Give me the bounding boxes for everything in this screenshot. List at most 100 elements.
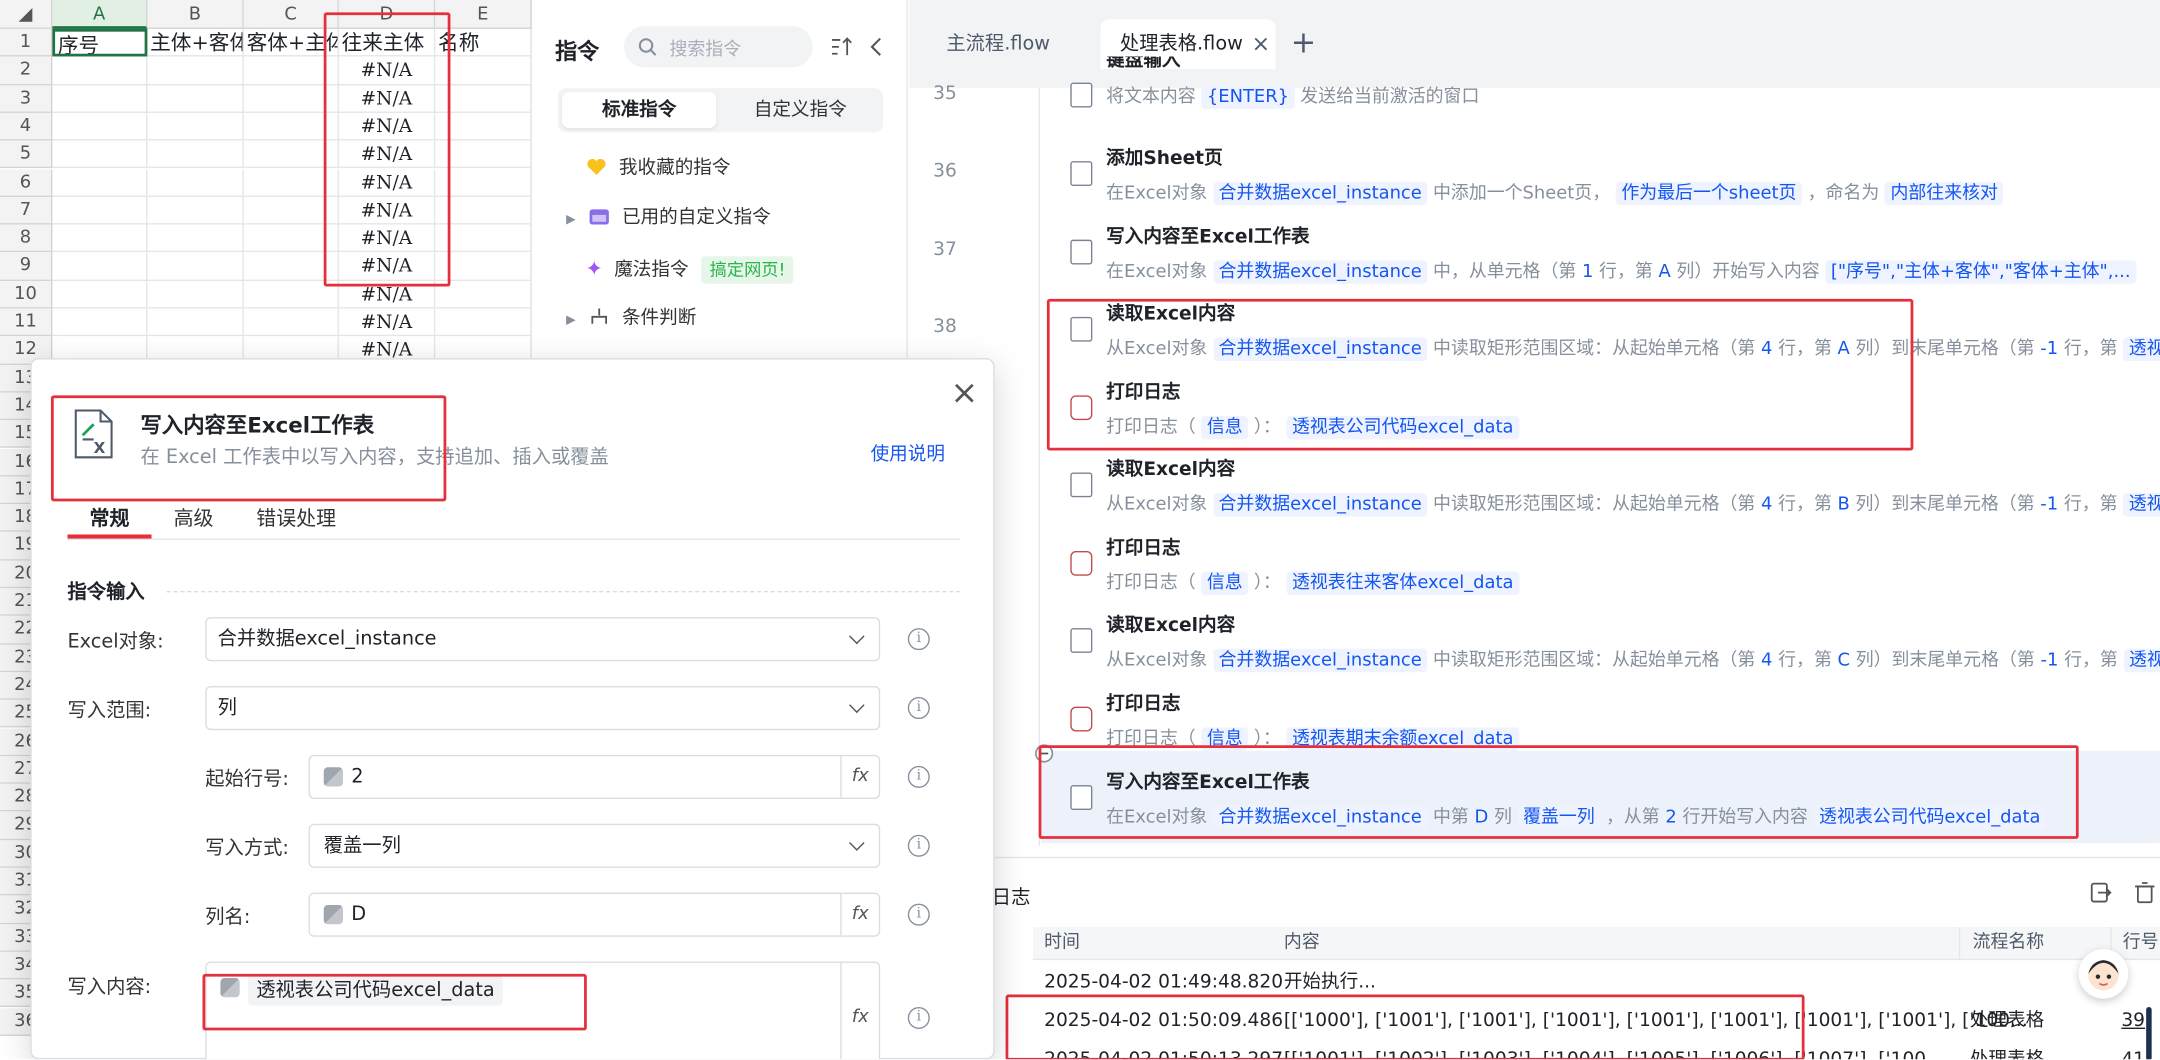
sheet-cell[interactable]: #N/A (338, 196, 436, 225)
row-header[interactable]: 9 (0, 252, 53, 281)
sheet-cell[interactable]: #N/A (338, 112, 436, 141)
log-row[interactable]: 2025-04-02 01:50:09.486 [['1000'], ['1001… (1033, 1001, 2160, 1040)
sheet-cell[interactable] (52, 224, 148, 253)
tab-custom-commands[interactable]: 自定义指令 (723, 92, 877, 128)
tab-general[interactable]: 常规 (90, 503, 130, 532)
info-icon[interactable]: i (907, 834, 930, 857)
column-name-input[interactable]: D fx (308, 892, 881, 937)
log-row[interactable]: 2025-04-02 01:50:13.297[['1001'], ['1002… (1033, 1040, 2160, 1059)
tree-item-magic[interactable]: ✦ 魔法指令 搞定网页! (585, 252, 794, 285)
column-header-d[interactable]: D (338, 0, 436, 29)
sheet-cell[interactable] (147, 112, 244, 141)
row-header[interactable]: 4 (0, 112, 53, 141)
sheet-cell[interactable] (147, 224, 244, 253)
tree-item-favorites[interactable]: 我收藏的指令 (585, 152, 730, 185)
row-header[interactable]: 5 (0, 140, 53, 169)
flow-step[interactable]: 打印日志 打印日志（ 信息 ）： 透视表往来客体excel_data (1106, 532, 1519, 596)
sheet-cell[interactable] (435, 140, 532, 169)
sheet-cell[interactable] (52, 56, 148, 85)
sheet-cell[interactable] (147, 168, 244, 197)
flow-step[interactable]: 打印日志 打印日志（ 信息 ）： 透视表公司代码excel_data (1106, 376, 1519, 440)
sheet-cell[interactable]: #N/A (338, 252, 436, 281)
collapse-panel-icon[interactable] (869, 37, 883, 56)
sheet-cell[interactable]: #N/A (338, 140, 436, 169)
sheet-cell[interactable]: #N/A (338, 224, 436, 253)
sheet-cell[interactable] (147, 308, 244, 337)
help-link[interactable]: 使用说明 (871, 438, 945, 466)
sheet-cell[interactable] (147, 280, 244, 309)
sheet-cell[interactable] (435, 280, 532, 309)
command-search-input[interactable]: 搜索指令 (624, 26, 813, 68)
sheet-cell[interactable] (435, 224, 532, 253)
sheet-cell[interactable] (435, 252, 532, 281)
select-all-corner[interactable]: ◢ (0, 0, 53, 29)
flow-step[interactable]: 添加Sheet页 在Excel对象 合并数据excel_instance 中添加一… (1106, 142, 2004, 206)
minus-circle-icon[interactable] (1035, 744, 1054, 763)
sheet-cell[interactable] (52, 112, 148, 141)
flow-step[interactable]: 打印日志 打印日志（ 信息 ）： 透视表期末余额excel_data (1106, 687, 1519, 751)
tree-item-used-custom[interactable]: ▶ 已用的自定义指令 (566, 201, 771, 234)
info-icon[interactable]: i (907, 628, 930, 651)
sheet-cell[interactable] (243, 84, 339, 113)
info-icon[interactable]: i (907, 1006, 930, 1029)
sheet-cell[interactable] (147, 196, 244, 225)
column-header-a[interactable]: A (52, 0, 148, 29)
tree-item-condition[interactable]: ▶ 条件判断 (566, 302, 696, 335)
sheet-cell[interactable] (243, 56, 339, 85)
tab-advanced[interactable]: 高级 (174, 503, 214, 532)
flow-step[interactable]: 读取Excel内容 从Excel对象 合并数据excel_instance 中读取… (1106, 609, 2160, 673)
log-cell-line[interactable]: 39 (2121, 1001, 2145, 1040)
row-header[interactable]: 8 (0, 224, 53, 253)
sheet-cell[interactable] (52, 168, 148, 197)
write-method-select[interactable]: 覆盖一列 (308, 823, 881, 868)
sheet-cell[interactable]: #N/A (338, 84, 436, 113)
sheet-cell[interactable]: #N/A (338, 168, 436, 197)
excel-object-select[interactable]: 合并数据excel_instance (205, 617, 881, 662)
column-header-c[interactable]: C (243, 0, 339, 29)
sheet-cell[interactable]: #N/A (338, 308, 436, 337)
tab-main-flow[interactable]: 主流程.flow (927, 19, 1069, 69)
row-header[interactable]: 7 (0, 196, 53, 225)
close-dialog-icon[interactable]: × (950, 373, 978, 412)
write-range-select[interactable]: 列 (205, 685, 881, 731)
sheet-cell[interactable] (243, 252, 339, 281)
sheet-cell[interactable] (243, 112, 339, 141)
sheet-cell[interactable] (435, 84, 532, 113)
sort-icon[interactable] (831, 37, 853, 56)
sheet-cell[interactable] (52, 252, 148, 281)
log-row[interactable]: 2025-04-02 01:49:48.820 开始执行... (1033, 963, 2160, 1002)
column-header-e[interactable]: E (435, 0, 532, 29)
sheet-cell[interactable] (52, 196, 148, 225)
sheet-cell[interactable] (243, 140, 339, 169)
fx-button[interactable]: fx (840, 962, 879, 1060)
delete-icon[interactable] (2134, 882, 2156, 904)
sheet-cell[interactable] (147, 56, 244, 85)
column-header-b[interactable]: B (147, 0, 244, 29)
fx-button[interactable]: fx (840, 756, 879, 798)
sheet-cell[interactable]: #N/A (338, 280, 436, 309)
sheet-cell[interactable] (435, 168, 532, 197)
flow-step[interactable]: 读取Excel内容 从Excel对象 合并数据excel_instance 中读取… (1106, 453, 2160, 517)
info-icon[interactable]: i (907, 697, 930, 720)
fx-button[interactable]: fx (840, 893, 879, 936)
sheet-cell[interactable] (147, 84, 244, 113)
flow-step[interactable]: 写入内容至Excel工作表 在Excel对象 合并数据excel_instance… (1106, 766, 2047, 830)
sheet-cell[interactable] (243, 196, 339, 225)
sheet-cell[interactable]: 名称 (435, 28, 532, 57)
sheet-cell[interactable] (52, 280, 148, 309)
flow-step[interactable]: 读取Excel内容 从Excel对象 合并数据excel_instance 中读取… (1106, 298, 2160, 361)
tab-standard-commands[interactable]: 标准指令 (562, 92, 717, 129)
sheet-cell[interactable] (243, 168, 339, 197)
flow-step[interactable]: 写入内容至Excel工作表 在Excel对象 合并数据excel_instance… (1106, 220, 2137, 284)
info-icon[interactable]: i (907, 903, 930, 926)
sheet-cell[interactable]: 客体+主体 (243, 28, 339, 57)
sheet-cell[interactable] (147, 140, 244, 169)
sheet-cell[interactable] (147, 252, 244, 281)
sheet-cell[interactable] (435, 196, 532, 225)
info-icon[interactable]: i (907, 765, 930, 788)
start-row-input[interactable]: 2 fx (308, 754, 881, 799)
export-icon[interactable] (2090, 882, 2112, 904)
row-header[interactable]: 11 (0, 308, 53, 337)
flow-step[interactable]: 键盘输入 将文本内容 {ENTER} 发送给当前激活的窗口 (1106, 56, 1479, 109)
row-header[interactable]: 6 (0, 168, 53, 197)
